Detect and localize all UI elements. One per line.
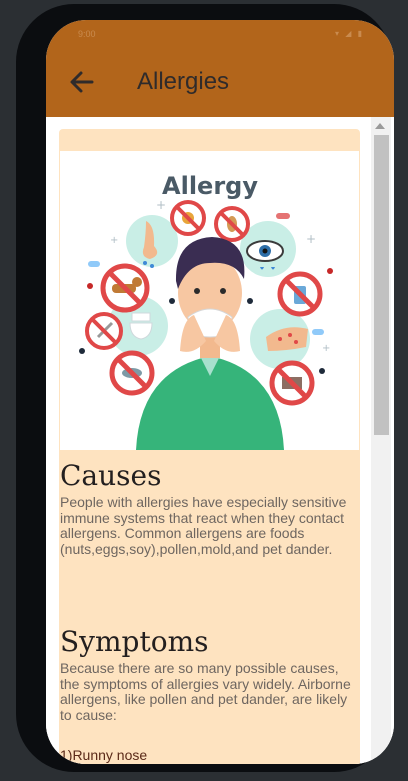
phone-frame: 9:00 ▾ ◢ ▮ Allergies Allergy + + + + Cau… — [16, 4, 394, 772]
dog-icon — [100, 263, 150, 313]
status-bar: 9:00 ▾ ◢ ▮ — [46, 20, 394, 50]
back-button[interactable] — [66, 66, 98, 98]
toilet-icon — [129, 312, 153, 340]
scroll-up-arrow-icon[interactable] — [375, 123, 385, 129]
symptoms-body: Because there are so many possible cause… — [60, 660, 351, 723]
page-title: Allergies — [137, 68, 230, 95]
scrollbar-thumb[interactable] — [374, 135, 389, 435]
allergy-illustration-art: Allergy + + + + — [79, 172, 333, 450]
allergy-info-card: Allergy + + + + Causes People with aller… — [59, 129, 360, 764]
spray-icon — [277, 271, 323, 317]
illustration-heading: Allergy — [162, 172, 258, 200]
mold-icon — [269, 360, 315, 406]
svg-text:+: + — [110, 235, 118, 246]
symptoms-title: Symptoms — [60, 625, 209, 658]
status-icons: ▾ ◢ ▮ — [334, 29, 364, 38]
needle-icon — [85, 312, 123, 350]
svg-text:+: + — [156, 198, 166, 212]
app-screen: 9:00 ▾ ◢ ▮ Allergies Allergy + + + + Cau… — [46, 20, 394, 764]
causes-title: Causes — [60, 459, 162, 492]
svg-text:+: + — [322, 343, 330, 354]
pollen-icon — [170, 200, 206, 236]
scroll-content[interactable]: Allergy + + + + Causes People with aller… — [46, 117, 394, 764]
peanut-icon — [214, 206, 250, 242]
allergy-illustration: Allergy + + + + — [60, 151, 359, 450]
fish-icon — [109, 350, 155, 396]
status-time: 9:00 — [78, 29, 96, 39]
app-bar: 9:00 ▾ ◢ ▮ Allergies — [46, 20, 394, 117]
symptom-list-item: 1)Runny nose — [60, 747, 148, 763]
causes-body: People with allergies have especially se… — [60, 494, 347, 557]
arrow-left-icon — [70, 71, 94, 93]
svg-text:+: + — [306, 232, 316, 246]
